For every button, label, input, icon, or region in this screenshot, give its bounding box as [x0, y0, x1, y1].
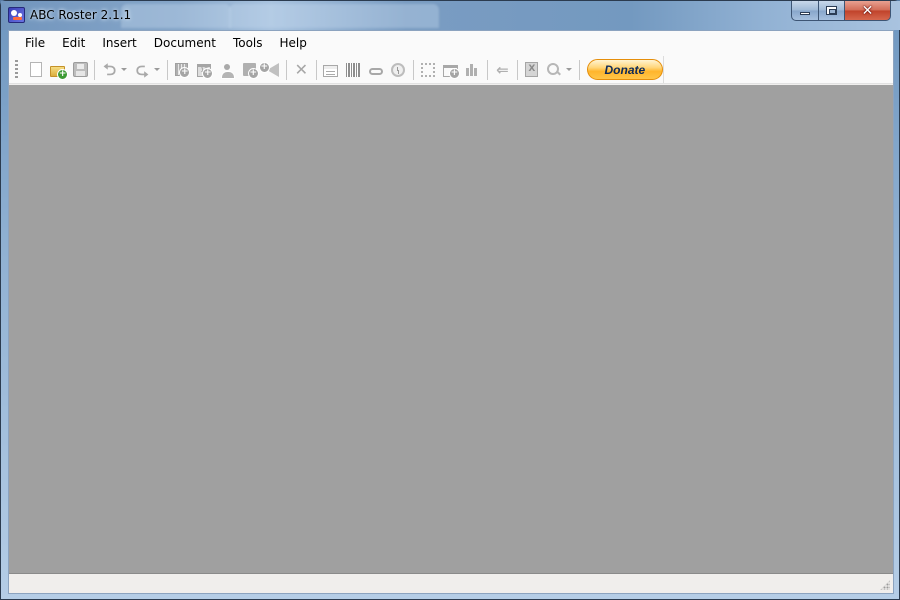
undo-dropdown-arrow-icon[interactable]	[120, 68, 127, 71]
chart-button[interactable]	[462, 59, 485, 81]
close-button[interactable]: ✕	[845, 1, 891, 21]
new-window-button[interactable]	[439, 59, 462, 81]
menu-edit[interactable]: Edit	[55, 34, 92, 52]
add-calendar-button[interactable]: 17	[193, 59, 216, 81]
link-button[interactable]	[365, 59, 388, 81]
open-folder-icon	[50, 65, 69, 80]
excel-export-icon: X	[525, 62, 539, 77]
undo-icon: ⮌	[103, 59, 117, 79]
add-calendar-icon: 17	[197, 64, 214, 79]
window-title: ABC Roster 2.1.1	[30, 8, 132, 22]
menu-document[interactable]: Document	[147, 34, 223, 52]
redo-dropdown-arrow-icon[interactable]	[153, 68, 160, 71]
menu-tools[interactable]: Tools	[226, 34, 270, 52]
add-notification-button[interactable]	[258, 59, 284, 81]
add-notification-icon	[258, 61, 279, 77]
zoom-dropdown-arrow-icon[interactable]	[565, 68, 572, 71]
toolbar-strip: ⮌ ⮎ 17 ✕	[13, 56, 664, 83]
client-area: File Edit Insert Document Tools Help ⮌ ⮎…	[8, 30, 894, 594]
add-shift-icon	[242, 63, 259, 79]
barcode-button[interactable]	[342, 59, 365, 81]
toolbar: ⮌ ⮎ 17 ✕	[9, 55, 893, 84]
background-blur	[229, 4, 439, 28]
link-icon	[368, 68, 383, 75]
toolbar-separator	[412, 59, 414, 80]
back-button[interactable]: ⇐	[491, 59, 514, 81]
clock-button[interactable]	[387, 59, 410, 81]
title-bar[interactable]: ABC Roster 2.1.1 ✕	[1, 1, 900, 30]
toolbar-separator	[578, 59, 580, 80]
menu-file[interactable]: File	[18, 34, 52, 52]
fullscreen-icon	[420, 62, 435, 77]
back-arrow-icon: ⇐	[496, 60, 509, 79]
new-document-icon	[30, 62, 43, 77]
fullscreen-button[interactable]	[417, 59, 440, 81]
maximize-button[interactable]	[819, 1, 845, 21]
save-icon	[72, 62, 88, 77]
menu-help[interactable]: Help	[273, 34, 314, 52]
minimize-button[interactable]	[791, 1, 819, 21]
add-roster-icon	[175, 63, 191, 78]
save-button[interactable]	[69, 59, 92, 81]
menu-insert[interactable]: Insert	[95, 34, 143, 52]
redo-icon: ⮎	[135, 59, 149, 79]
toolbar-separator	[487, 59, 489, 80]
toolbar-separator	[166, 59, 168, 80]
new-window-icon	[442, 64, 460, 79]
app-icon[interactable]	[8, 7, 25, 23]
barcode-icon	[346, 62, 361, 77]
excel-export-button[interactable]: X	[521, 59, 544, 81]
toolbar-grip-handle[interactable]	[15, 59, 18, 80]
toolbar-separator	[286, 59, 288, 80]
status-bar	[9, 573, 893, 593]
delete-icon: ✕	[294, 59, 308, 79]
donate-button[interactable]: Donate	[586, 59, 664, 80]
resize-grip-icon[interactable]	[880, 580, 890, 590]
minimize-icon	[800, 12, 810, 15]
toolbar-separator	[315, 59, 317, 80]
properties-card-icon	[323, 64, 339, 77]
add-roster-button[interactable]	[170, 59, 193, 81]
add-shift-button[interactable]	[238, 59, 261, 81]
toolbar-separator	[94, 59, 96, 80]
close-icon: ✕	[861, 2, 874, 19]
delete-button[interactable]: ✕	[290, 59, 313, 81]
add-person-icon	[220, 63, 235, 79]
background-blur	[121, 4, 231, 28]
zoom-button[interactable]	[543, 59, 566, 81]
document-workspace[interactable]	[9, 85, 893, 573]
redo-button[interactable]: ⮎	[131, 59, 154, 81]
window-controls: ✕	[791, 1, 891, 21]
open-button[interactable]	[46, 59, 69, 81]
menu-bar: File Edit Insert Document Tools Help	[9, 31, 893, 55]
clock-icon	[391, 62, 406, 77]
add-person-button[interactable]	[216, 59, 239, 81]
bar-chart-icon	[465, 62, 480, 77]
properties-button[interactable]	[320, 59, 343, 81]
new-document-button[interactable]	[24, 59, 47, 81]
maximize-icon	[826, 6, 837, 15]
app-window: ABC Roster 2.1.1 ✕ File Edit Insert Docu…	[0, 0, 900, 600]
toolbar-separator	[516, 59, 518, 80]
zoom-icon	[546, 62, 562, 78]
undo-button[interactable]: ⮌	[98, 59, 121, 81]
